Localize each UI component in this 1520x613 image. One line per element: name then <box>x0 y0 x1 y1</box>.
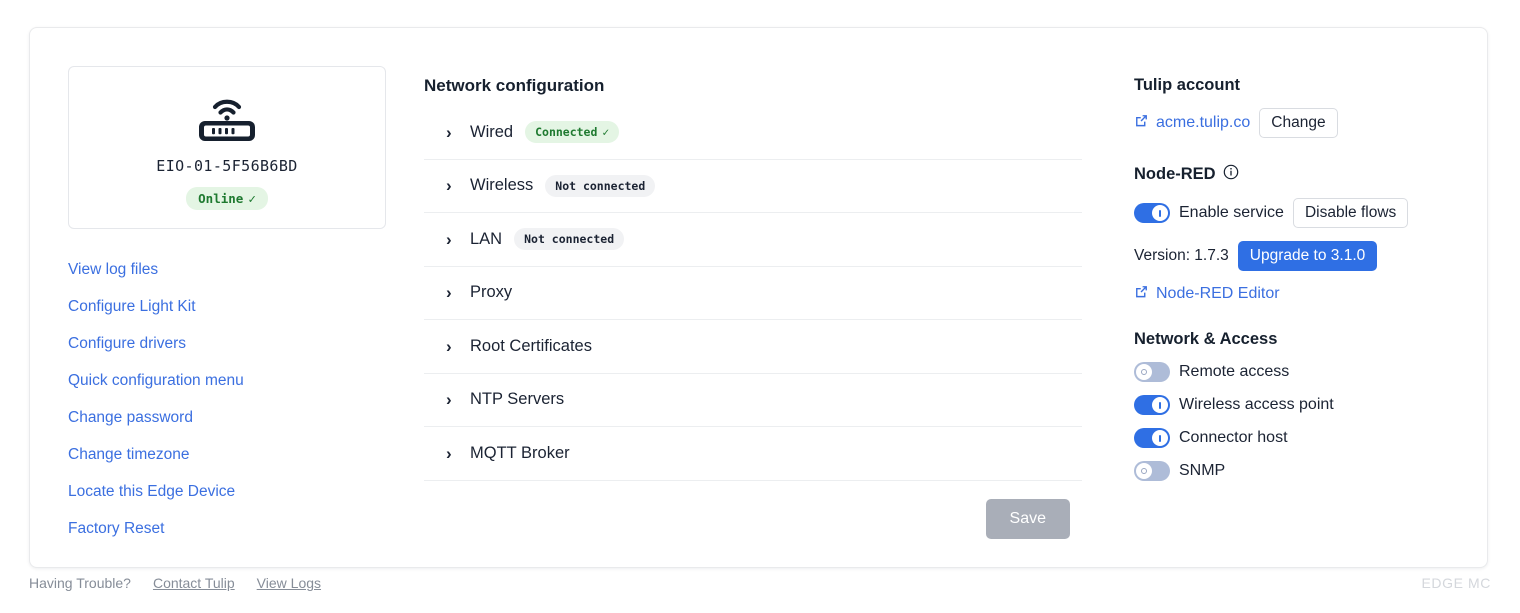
node-red-editor-link[interactable]: Node-RED Editor <box>1134 284 1280 304</box>
network-row-label: Root Certificates <box>470 336 592 355</box>
network-row-label: Wireless <box>470 176 534 195</box>
toggle-knob <box>1152 205 1168 221</box>
device-status-label: Online <box>198 191 244 206</box>
connector-host-label: Connector host <box>1179 429 1288 446</box>
network-row-proxy[interactable]: › Proxy <box>424 267 1082 320</box>
node-red-editor-row: Node-RED Editor <box>1134 284 1460 304</box>
toggle-knob <box>1136 463 1152 479</box>
save-button-row: Save <box>424 481 1082 539</box>
network-row-label: MQTT Broker <box>470 443 570 462</box>
check-icon: ✓ <box>248 191 256 206</box>
tulip-account-title: Tulip account <box>1134 76 1241 94</box>
status-badge-label: Connected <box>535 125 598 140</box>
sidebar-item-configure-light-kit[interactable]: Configure Light Kit <box>68 288 420 325</box>
edge-device-config-page: EIO-01-5F56B6BD Online ✓ View log files … <box>0 0 1520 613</box>
check-icon: ✓ <box>602 125 610 140</box>
remote-access-toggle[interactable] <box>1134 362 1170 382</box>
node-red-version-label: Version: 1.7.3 <box>1134 247 1229 264</box>
toggle-row-snmp: SNMP <box>1134 461 1460 481</box>
device-summary-card: EIO-01-5F56B6BD Online ✓ <box>68 66 386 229</box>
main-card: EIO-01-5F56B6BD Online ✓ View log files … <box>29 27 1488 568</box>
tulip-account-link[interactable]: acme.tulip.co <box>1134 113 1250 133</box>
wireless-access-point-label: Wireless access point <box>1179 396 1334 413</box>
info-circle-icon[interactable] <box>1223 164 1239 185</box>
sidebar-item-view-log-files[interactable]: View log files <box>68 251 420 288</box>
node-red-title-label: Node-RED <box>1134 165 1216 183</box>
chevron-right-icon: › <box>446 443 452 463</box>
node-red-version-row: Version: 1.7.3 Upgrade to 3.1.0 <box>1134 241 1460 271</box>
sidebar-item-quick-configuration[interactable]: Quick configuration menu <box>68 362 420 399</box>
enable-service-toggle[interactable] <box>1134 203 1170 223</box>
tulip-account-row: acme.tulip.co Change <box>1134 108 1460 138</box>
footer: Having Trouble? Contact Tulip View Logs … <box>0 575 1520 591</box>
network-configuration-panel: Network configuration › Wired Connected … <box>420 28 1110 567</box>
toggle-row-remote-access: Remote access <box>1134 362 1460 382</box>
status-badge-label: Not connected <box>524 232 615 247</box>
chevron-right-icon: › <box>446 229 452 249</box>
footer-view-logs-link[interactable]: View Logs <box>257 575 321 591</box>
footer-contact-tulip-link[interactable]: Contact Tulip <box>153 575 235 591</box>
network-row-label: Wired <box>470 122 514 141</box>
sidebar-item-locate-edge-device[interactable]: Locate this Edge Device <box>68 473 420 510</box>
tulip-account-link-label: acme.tulip.co <box>1156 114 1251 131</box>
network-row-ntp-servers[interactable]: › NTP Servers <box>424 374 1082 427</box>
network-row-label: NTP Servers <box>470 390 565 409</box>
network-rows: › Wired Connected ✓ › Wireless Not conne… <box>424 106 1082 481</box>
status-badge-label: Not connected <box>555 178 646 193</box>
network-row-label: LAN <box>470 229 503 248</box>
toggle-row-wireless-access-point: Wireless access point <box>1134 395 1460 415</box>
change-account-button[interactable]: Change <box>1259 108 1338 138</box>
left-column: EIO-01-5F56B6BD Online ✓ View log files … <box>30 28 420 567</box>
network-row-lan[interactable]: › LAN Not connected <box>424 213 1082 267</box>
sidebar-item-change-timezone[interactable]: Change timezone <box>68 436 420 473</box>
toggle-knob <box>1152 397 1168 413</box>
network-row-wired[interactable]: › Wired Connected ✓ <box>424 106 1082 160</box>
status-badge: Connected ✓ <box>525 121 620 144</box>
page-title: Network configuration <box>424 76 605 95</box>
device-id: EIO-01-5F56B6BD <box>156 157 298 175</box>
sidebar-item-factory-reset[interactable]: Factory Reset <box>68 510 420 547</box>
right-column: Tulip account acme.tulip.co Change Node-… <box>1110 28 1480 567</box>
footer-help-text: Having Trouble? <box>29 575 131 591</box>
node-red-title: Node-RED <box>1134 164 1460 185</box>
footer-brand: EDGE MC <box>1421 575 1491 591</box>
node-red-editor-link-label: Node-RED Editor <box>1156 285 1280 302</box>
node-red-service-row: Enable service Disable flows <box>1134 198 1460 228</box>
router-wifi-icon <box>79 87 375 143</box>
wireless-access-point-toggle[interactable] <box>1134 395 1170 415</box>
sidebar-links: View log files Configure Light Kit Confi… <box>68 251 420 547</box>
upgrade-node-red-button[interactable]: Upgrade to 3.1.0 <box>1237 241 1378 271</box>
toggle-row-connector-host: Connector host <box>1134 428 1460 448</box>
chevron-right-icon: › <box>446 283 452 303</box>
network-row-mqtt-broker[interactable]: › MQTT Broker <box>424 427 1082 481</box>
toggle-knob <box>1136 364 1152 380</box>
disable-flows-button[interactable]: Disable flows <box>1292 198 1409 228</box>
chevron-right-icon: › <box>446 122 452 142</box>
toggle-knob <box>1152 430 1168 446</box>
network-row-label: Proxy <box>470 283 513 302</box>
save-button[interactable]: Save <box>985 498 1070 539</box>
snmp-label: SNMP <box>1179 462 1226 479</box>
sidebar-item-configure-drivers[interactable]: Configure drivers <box>68 325 420 362</box>
status-badge: Not connected <box>545 174 656 197</box>
sidebar-item-change-password[interactable]: Change password <box>68 399 420 436</box>
chevron-right-icon: › <box>446 336 452 356</box>
device-status-badge: Online ✓ <box>186 187 268 210</box>
network-access-title: Network & Access <box>1134 330 1278 348</box>
connector-host-toggle[interactable] <box>1134 428 1170 448</box>
external-link-icon <box>1134 113 1149 133</box>
external-link-icon <box>1134 284 1149 304</box>
chevron-right-icon: › <box>446 390 452 410</box>
remote-access-label: Remote access <box>1179 363 1290 380</box>
snmp-toggle[interactable] <box>1134 461 1170 481</box>
status-badge: Not connected <box>514 228 625 251</box>
network-row-wireless[interactable]: › Wireless Not connected <box>424 160 1082 213</box>
enable-service-label: Enable service <box>1179 204 1284 221</box>
chevron-right-icon: › <box>446 176 452 196</box>
network-row-root-certificates[interactable]: › Root Certificates <box>424 320 1082 374</box>
